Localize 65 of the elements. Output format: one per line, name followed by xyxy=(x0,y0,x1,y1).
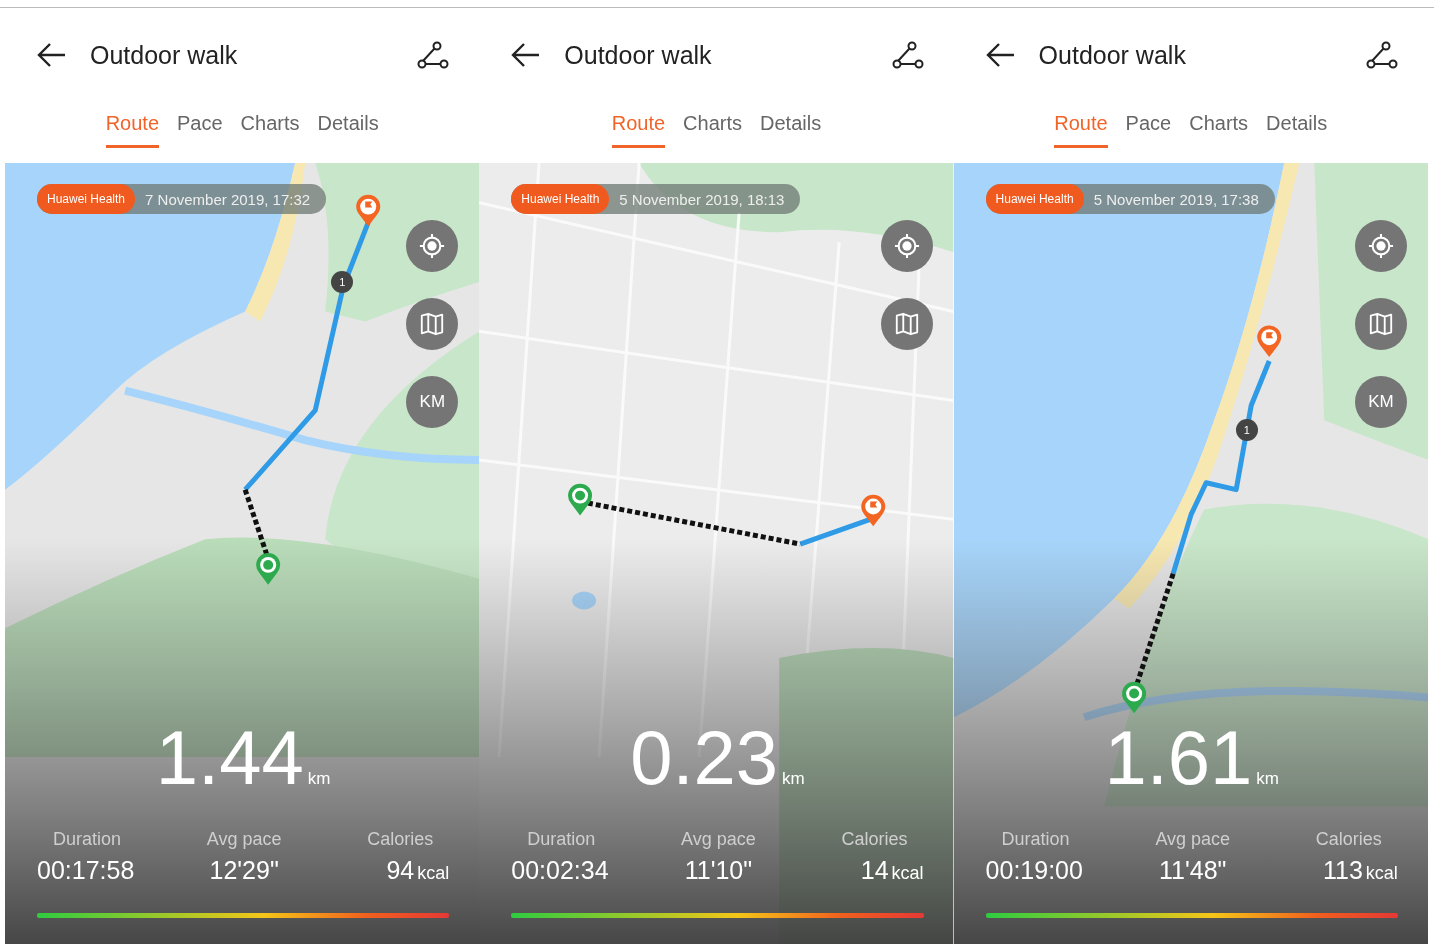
back-arrow-icon[interactable] xyxy=(37,42,67,68)
tab[interactable]: Charts xyxy=(240,112,300,148)
distance-value: 1.44 xyxy=(155,714,304,801)
tab[interactable]: Charts xyxy=(1189,112,1249,148)
start-pin-icon xyxy=(1121,681,1146,714)
tab[interactable]: Route xyxy=(1054,112,1108,148)
stat-value: 00:19:00 xyxy=(985,856,1083,885)
route-icon[interactable] xyxy=(1365,41,1398,69)
stat-value: 12'29" xyxy=(209,856,279,885)
flag-pin-icon xyxy=(861,494,886,527)
stat-value: 00:17:58 xyxy=(37,856,135,885)
map-icon xyxy=(893,311,920,337)
tab[interactable]: Details xyxy=(1266,112,1328,148)
workout-date: 5 November 2019, 18:13 xyxy=(619,190,785,208)
stat-label: Calories xyxy=(1315,829,1382,850)
flag-pin-icon xyxy=(1256,325,1281,357)
stat-value: 94 xyxy=(386,856,415,885)
stat-value: 11'48" xyxy=(1159,856,1227,885)
tab[interactable]: Details xyxy=(760,112,822,148)
stat-label: Duration xyxy=(53,829,122,850)
stat-label: Calories xyxy=(367,829,434,850)
target-icon xyxy=(1367,233,1394,259)
stat-unit: kcal xyxy=(1365,863,1398,884)
flag-pin-icon xyxy=(356,194,381,227)
stat-label: Duration xyxy=(1001,829,1070,850)
start-pin-icon xyxy=(256,553,281,585)
stat-value: 113 xyxy=(1323,856,1363,885)
stat-label: Calories xyxy=(841,829,908,850)
stat-label: Avg pace xyxy=(206,829,282,850)
source-tag: Huawei Health xyxy=(37,184,136,214)
workout-date: 7 November 2019, 17:32 xyxy=(145,190,311,208)
screen-title: Outdoor walk xyxy=(1038,40,1187,70)
source-tag: Huawei Health xyxy=(985,184,1084,214)
distance-value: 0.23 xyxy=(630,714,779,801)
distance-unit: km xyxy=(1256,769,1280,789)
map-icon xyxy=(419,311,446,337)
distance-unit: km xyxy=(307,769,331,789)
stat-value: 00:02:34 xyxy=(511,856,609,885)
target-icon xyxy=(893,233,920,259)
route-icon[interactable] xyxy=(891,41,924,69)
tab[interactable]: Route xyxy=(105,112,159,148)
start-pin-icon xyxy=(568,483,593,516)
stat-unit: kcal xyxy=(417,863,450,884)
back-arrow-icon[interactable] xyxy=(511,42,542,68)
tab[interactable]: Charts xyxy=(683,112,742,148)
tab[interactable]: Route xyxy=(611,112,666,148)
stat-label: Duration xyxy=(527,829,596,850)
target-icon xyxy=(419,233,446,259)
tab[interactable]: Pace xyxy=(177,112,223,148)
workout-date: 5 November 2019, 17:38 xyxy=(1093,190,1259,208)
distance-value: 1.61 xyxy=(1104,714,1253,801)
stat-unit: kcal xyxy=(891,863,924,884)
stat-label: Avg pace xyxy=(681,829,756,850)
distance-unit: km xyxy=(782,769,805,789)
stat-value: 14 xyxy=(860,856,889,885)
stat-label: Avg pace xyxy=(1155,829,1231,850)
route-icon[interactable] xyxy=(417,41,450,69)
tab[interactable]: Details xyxy=(317,112,379,148)
map-icon xyxy=(1367,311,1394,337)
source-tag: Huawei Health xyxy=(511,184,610,214)
stat-value: 11'10" xyxy=(684,856,753,885)
back-arrow-icon[interactable] xyxy=(985,42,1016,68)
screen-title: Outdoor walk xyxy=(564,40,713,70)
tab[interactable]: Pace xyxy=(1125,112,1172,148)
screen-title: Outdoor walk xyxy=(90,40,239,70)
